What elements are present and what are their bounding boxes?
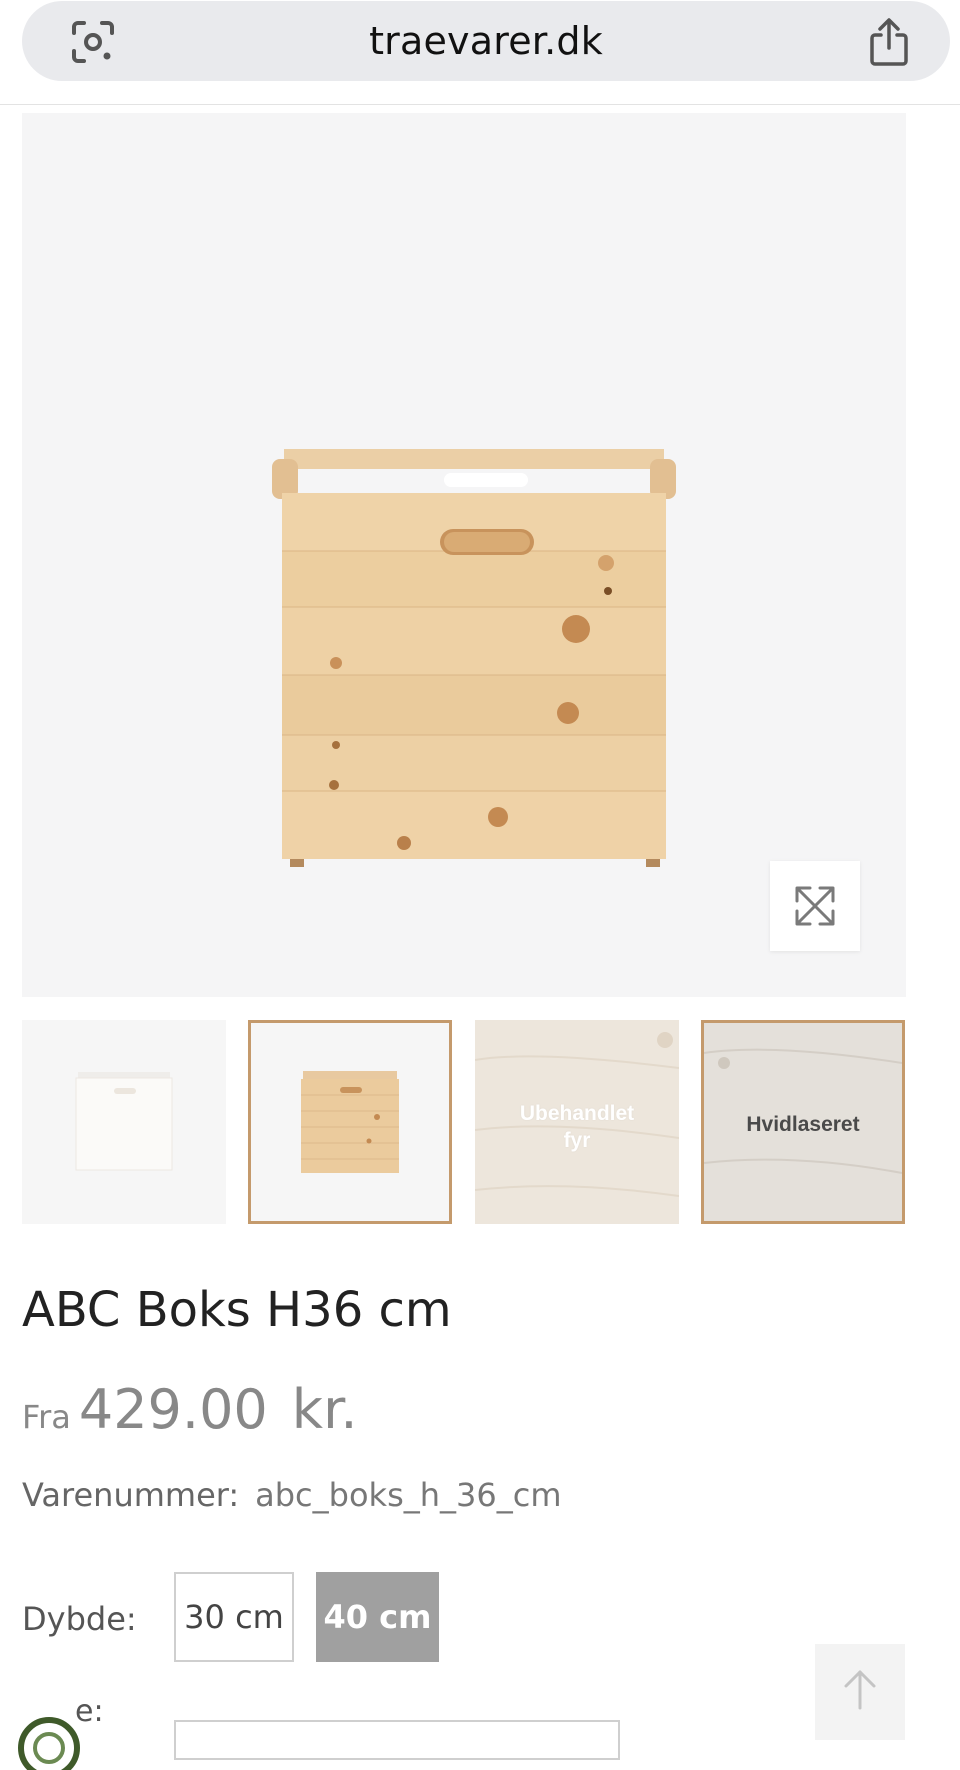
chat-badge-icon[interactable] [14,1700,84,1770]
address-bar[interactable]: traevarer.dk [22,1,950,81]
pine-box-image [272,449,676,867]
price: Fra 429.00 kr. [22,1378,357,1441]
sku-row: Varenummer: abc_boks_h_36_cm [22,1476,562,1514]
product-title: ABC Boks H36 cm [22,1282,452,1338]
expand-arrows-icon [795,886,835,926]
share-icon[interactable] [866,17,912,67]
product-main-image[interactable] [22,113,906,997]
scroll-to-top-button[interactable] [815,1644,905,1740]
price-value: 429.00 [78,1378,268,1441]
sku-label: Varenummer: [22,1476,240,1514]
zoom-button[interactable] [770,861,860,951]
depth-label: Dybde: [22,1600,137,1638]
depth-option-30[interactable]: 30 cm [174,1572,294,1662]
sku-value: abc_boks_h_36_cm [255,1476,562,1514]
swatch-label-line: Ubehandlet [519,1102,635,1125]
swatch-ubehandlet-fyr[interactable]: Ubehandlet fyr [475,1020,679,1224]
swatch-hvidlaseret[interactable]: Hvidlaseret [701,1020,905,1224]
url-text[interactable]: traevarer.dk [22,19,950,63]
price-prefix: Fra [22,1398,71,1436]
thumbnail-white-box[interactable] [22,1020,226,1224]
swatch-label: Hvidlaseret [746,1113,860,1136]
price-currency: kr. [291,1378,358,1441]
thumbnail-pine-box[interactable] [248,1020,452,1224]
pine-box-image [301,1071,399,1173]
arrow-up-icon [844,1670,876,1710]
next-option-select[interactable] [174,1720,620,1760]
browser-toolbar: traevarer.dk [0,0,960,105]
depth-option-40[interactable]: 40 cm [316,1572,439,1662]
white-box-image [75,1072,173,1171]
swatch-label: Ubehandlet fyr [475,1100,679,1154]
swatch-label-line: fyr [563,1129,591,1152]
